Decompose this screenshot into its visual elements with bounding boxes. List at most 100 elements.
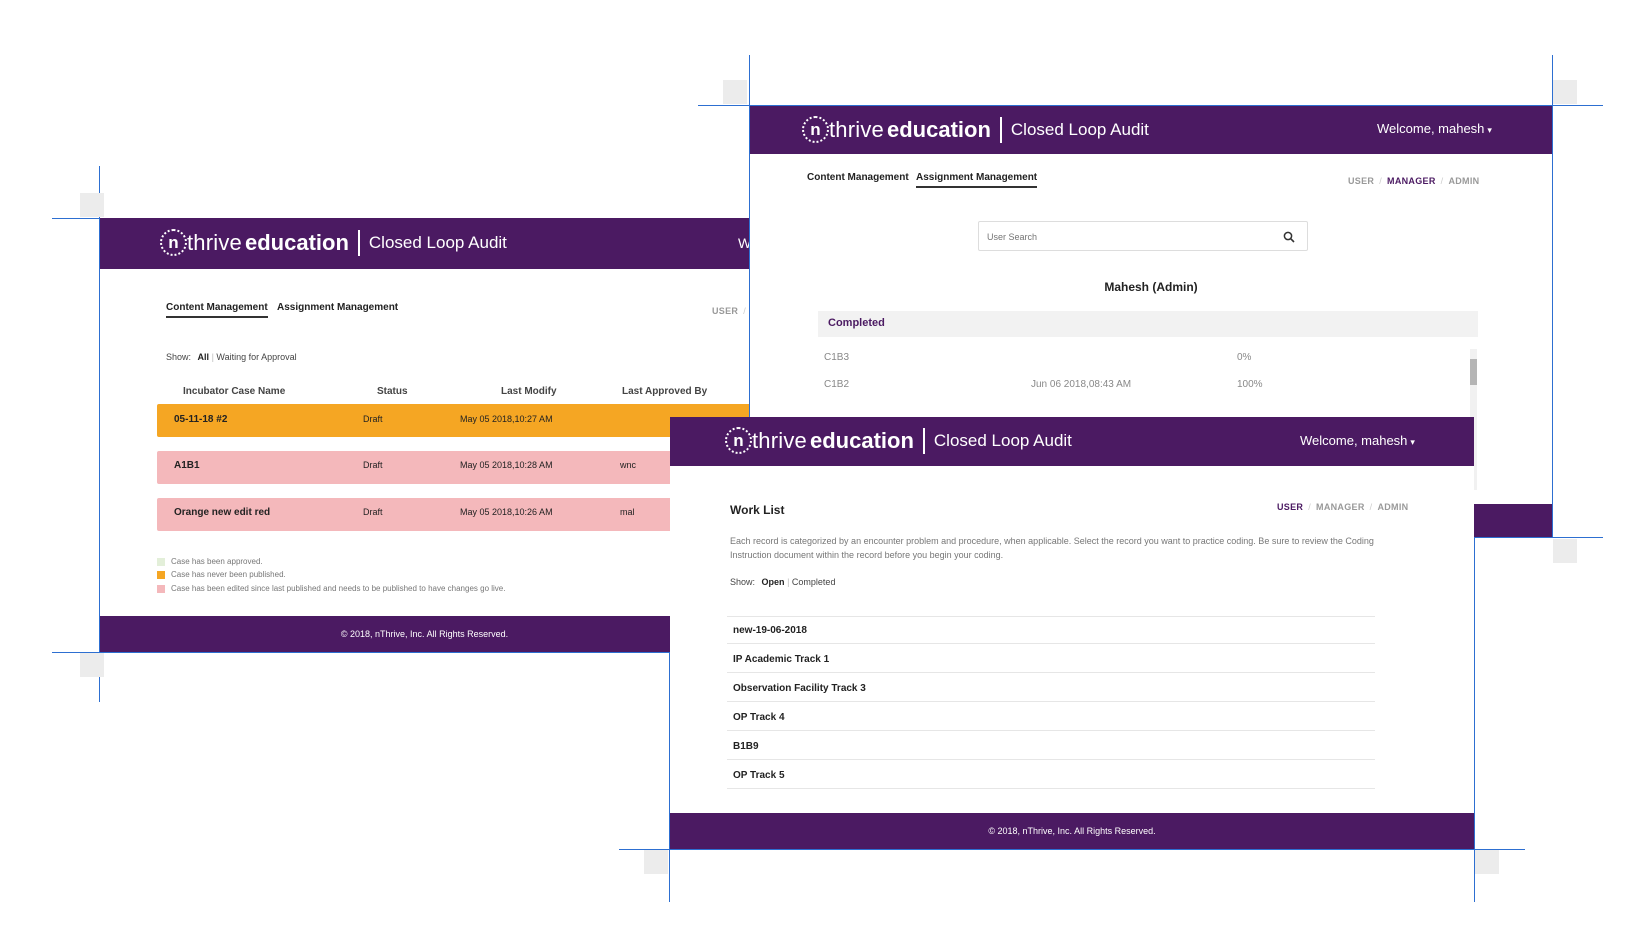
role-user-link[interactable]: USER — [1277, 502, 1303, 512]
guide-line — [52, 652, 672, 653]
legend-swatch — [157, 557, 165, 566]
welcome-text: Welcome, mahesh — [1300, 433, 1408, 448]
table-row[interactable]: Orange new edit red Draft May 05 2018,10… — [157, 498, 749, 531]
footer: © 2018, nThrive, Inc. All Rights Reserve… — [100, 616, 749, 652]
column-header-last-approved-by[interactable]: Last Approved By — [622, 386, 707, 397]
nthrive-logo[interactable]: n thrive education Closed Loop Audit — [725, 427, 1072, 454]
legend-text: Case has been approved. — [171, 557, 263, 566]
cell-status: Draft — [363, 414, 383, 424]
role-switcher: USER / — [712, 306, 749, 316]
app-header: n thrive education Closed Loop Audit W — [100, 218, 749, 269]
logo-education-text: education — [245, 229, 349, 255]
column-header-last-modify[interactable]: Last Modify — [501, 386, 557, 397]
cell-approved-by: wnc — [620, 460, 637, 470]
content-management-panel: n thrive education Closed Loop Audit W C… — [100, 218, 749, 652]
role-user-link[interactable]: USER — [1348, 176, 1374, 186]
logo-ring-icon: n — [725, 427, 752, 454]
user-menu[interactable]: W — [738, 235, 749, 251]
guide-corner — [1553, 80, 1577, 104]
table-row[interactable]: A1B1 Draft May 05 2018,10:28 AM wnc — [157, 451, 749, 484]
filter-bar: Show: All | Waiting for Approval — [166, 352, 297, 362]
dropdown-caret-icon: ▾ — [1410, 437, 1415, 447]
user-search — [978, 221, 1308, 252]
role-user-link[interactable]: USER — [712, 306, 738, 316]
filter-waiting-approval[interactable]: Waiting for Approval — [216, 352, 296, 362]
logo-divider — [357, 229, 360, 256]
guide-corner — [1475, 850, 1499, 874]
filter-completed[interactable]: Completed — [792, 577, 836, 587]
guide-line — [619, 849, 1525, 850]
cell-status: Draft — [363, 507, 383, 517]
table-row[interactable]: 05-11-18 #2 Draft May 05 2018,10:27 AM — [157, 404, 749, 437]
list-item[interactable]: IP Academic Track 1 — [727, 646, 1375, 673]
guide-line — [1552, 55, 1553, 537]
role-separator: / — [1379, 176, 1383, 186]
show-label: Show: — [166, 352, 192, 362]
role-manager-link[interactable]: MANAGER — [1316, 502, 1365, 512]
tab-assignment-management[interactable]: Assignment Management — [277, 302, 398, 313]
search-input[interactable] — [979, 222, 1279, 252]
nthrive-logo[interactable]: n thrive education Closed Loop Audit — [160, 229, 507, 256]
role-separator: / — [1308, 502, 1312, 512]
list-item[interactable]: OP Track 4 — [727, 704, 1375, 731]
copyright-text: © 2018, nThrive, Inc. All Rights Reserve… — [988, 826, 1156, 836]
role-manager-link[interactable]: MANAGER — [1387, 176, 1436, 186]
column-header-case-name[interactable]: Incubator Case Name — [183, 386, 285, 397]
app-header: n thrive education Closed Loop Audit Wel… — [750, 106, 1552, 154]
item-progress: 100% — [1237, 379, 1263, 390]
role-separator: / — [1369, 502, 1373, 512]
logo-ring-icon: n — [802, 116, 829, 143]
role-admin-link[interactable]: ADMIN — [1377, 502, 1408, 512]
dropdown-caret-icon: ▾ — [1487, 125, 1492, 135]
app-header: n thrive education Closed Loop Audit Wel… — [670, 417, 1474, 466]
item-date: Jun 06 2018,08:43 AM — [1031, 379, 1132, 390]
filter-all[interactable]: All — [198, 352, 210, 362]
filter-separator: | — [787, 577, 790, 587]
role-separator: / — [1440, 176, 1444, 186]
filter-separator: | — [211, 352, 214, 362]
search-icon[interactable] — [1283, 230, 1295, 243]
filter-bar: Show: Open | Completed — [730, 577, 835, 587]
selected-user-heading: Mahesh (Admin) — [1104, 280, 1198, 294]
product-title: Closed Loop Audit — [368, 232, 507, 252]
column-header-status[interactable]: Status — [377, 386, 408, 397]
item-progress: 0% — [1237, 352, 1252, 363]
list-item[interactable]: B1B9 — [727, 733, 1375, 760]
tab-content-management[interactable]: Content Management — [807, 172, 909, 183]
nthrive-logo[interactable]: n thrive education Closed Loop Audit — [802, 116, 1149, 143]
section-header-completed[interactable]: Completed — [818, 311, 1478, 337]
list-item[interactable]: C1B3 0% — [818, 346, 1468, 370]
scrollbar-thumb[interactable] — [1470, 359, 1477, 385]
tab-content-management[interactable]: Content Management — [166, 302, 268, 318]
list-item[interactable]: OP Track 5 — [727, 762, 1375, 789]
user-menu[interactable]: Welcome, mahesh ▾ — [1377, 121, 1492, 136]
logo-divider — [922, 427, 925, 454]
product-title: Closed Loop Audit — [933, 430, 1072, 450]
guide-corner — [80, 193, 104, 217]
legend-swatch — [157, 570, 165, 579]
section-title: Completed — [828, 317, 885, 329]
role-switcher: USER / MANAGER / ADMIN — [1348, 176, 1479, 186]
legend-never-published: Case has never been published. — [157, 570, 286, 579]
list-item[interactable]: Observation Facility Track 3 — [727, 675, 1375, 702]
cell-status: Draft — [363, 460, 383, 470]
logo-ring-icon: n — [160, 229, 187, 256]
tab-assignment-management[interactable]: Assignment Management — [916, 172, 1038, 188]
logo-education-text: education — [887, 116, 991, 142]
role-admin-link[interactable]: ADMIN — [1448, 176, 1479, 186]
logo-divider — [999, 116, 1002, 143]
list-item[interactable]: new-19-06-2018 — [727, 617, 1375, 644]
list-item[interactable]: C1B2 Jun 06 2018,08:43 AM 100% — [818, 373, 1468, 397]
guide-line — [1475, 537, 1603, 538]
legend-text: Case has been edited since last publishe… — [171, 584, 506, 593]
filter-open[interactable]: Open — [762, 577, 785, 587]
logo-thrive-text: thrive — [187, 229, 242, 255]
product-title: Closed Loop Audit — [1010, 119, 1149, 139]
user-menu[interactable]: Welcome, mahesh ▾ — [1300, 433, 1415, 448]
legend-text: Case has never been published. — [171, 570, 286, 579]
logo-thrive-text: thrive — [829, 116, 884, 142]
cell-case-name: 05-11-18 #2 — [174, 414, 228, 425]
role-switcher: USER / MANAGER / ADMIN — [1277, 502, 1408, 512]
show-label: Show: — [730, 577, 756, 587]
item-name: C1B2 — [824, 379, 850, 390]
